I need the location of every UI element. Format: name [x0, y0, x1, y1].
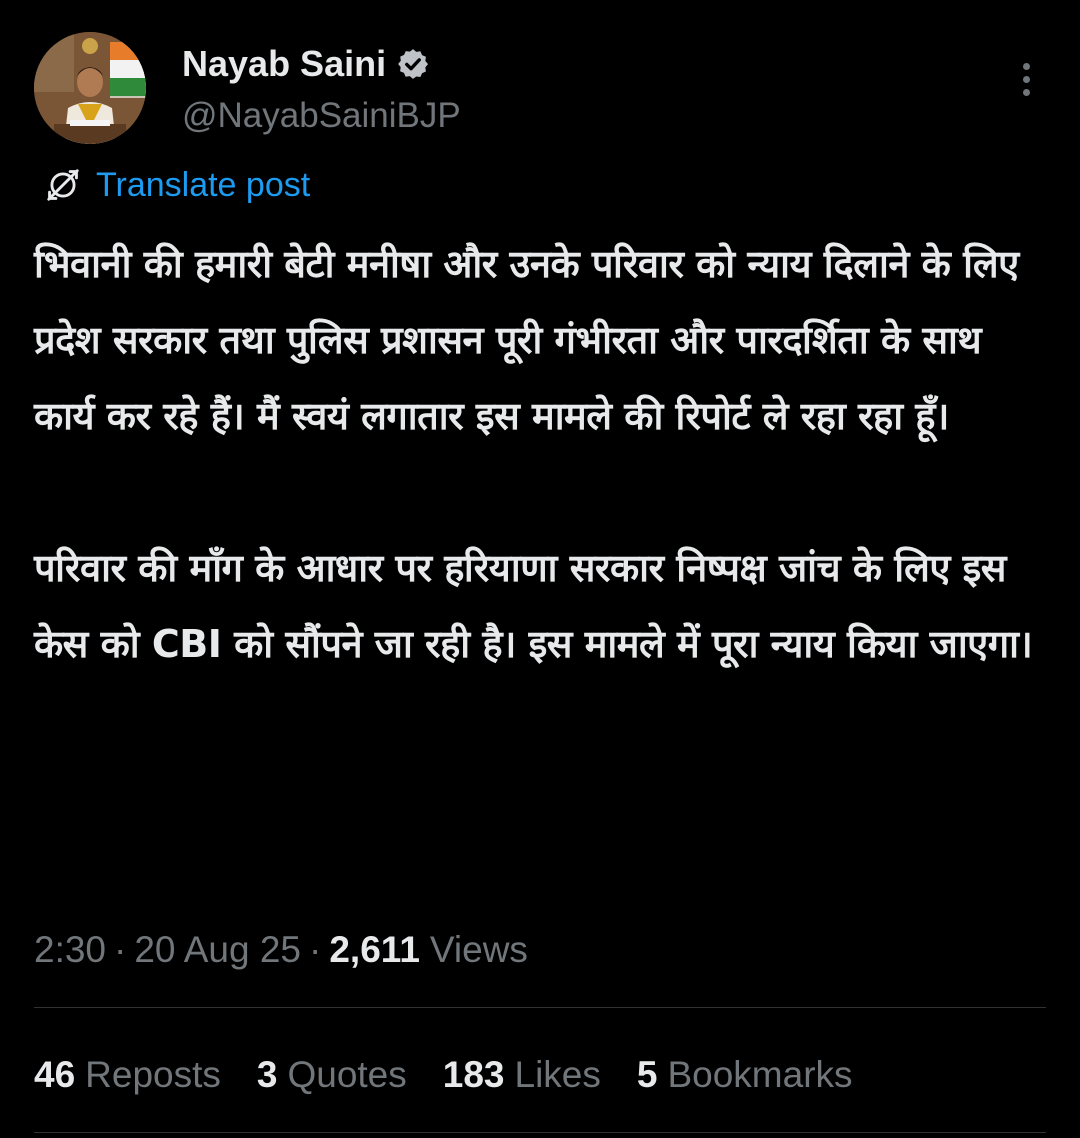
likes-label: Likes: [514, 1054, 601, 1095]
reposts-label: Reposts: [85, 1054, 221, 1095]
reposts-count: 46: [34, 1054, 76, 1095]
views-label: Views: [429, 929, 528, 970]
translate-label[interactable]: Translate post: [96, 166, 310, 205]
meta-separator: ·: [309, 929, 322, 970]
more-dot-icon: [1022, 75, 1030, 83]
post-body-text: भिवानी की हमारी बेटी मनीषा और उनके परिवा…: [34, 242, 1033, 666]
likes-stat[interactable]: 183 Likes: [443, 1054, 601, 1096]
divider: [34, 1132, 1046, 1133]
post-header: Nayab Saini @NayabSainiBJP: [34, 32, 1046, 152]
name-row: Nayab Saini: [182, 42, 430, 86]
bookmarks-label: Bookmarks: [667, 1054, 853, 1095]
post-metadata: 2:30 · 20 Aug 25 · 2,611 Views: [34, 922, 528, 978]
engagement-stats: 46 Reposts 3 Quotes 183 Likes 5 Bookmark…: [34, 1047, 889, 1103]
display-name[interactable]: Nayab Saini: [182, 42, 386, 86]
quotes-label: Quotes: [287, 1054, 407, 1095]
avatar[interactable]: [34, 32, 146, 144]
views-count: 2,611: [329, 929, 420, 970]
post-date[interactable]: 20 Aug 25: [134, 922, 301, 978]
reposts-stat[interactable]: 46 Reposts: [34, 1054, 221, 1096]
avatar-image: [34, 32, 146, 144]
post-time[interactable]: 2:30: [34, 922, 106, 978]
quotes-count: 3: [256, 1054, 278, 1095]
bookmarks-stat[interactable]: 5 Bookmarks: [637, 1054, 853, 1096]
more-options-button[interactable]: [1006, 54, 1046, 104]
user-handle[interactable]: @NayabSainiBJP: [182, 94, 461, 138]
meta-separator: ·: [114, 929, 127, 970]
translate-post-link[interactable]: Translate post: [44, 163, 310, 207]
more-dot-icon: [1022, 62, 1030, 70]
verified-badge-icon: [398, 49, 429, 79]
more-dot-icon: [1022, 88, 1030, 96]
translate-globe-icon: [47, 169, 79, 201]
divider: [34, 1007, 1046, 1008]
quotes-stat[interactable]: 3 Quotes: [257, 1054, 407, 1096]
likes-count: 183: [442, 1054, 505, 1095]
bookmarks-count: 5: [636, 1054, 658, 1095]
